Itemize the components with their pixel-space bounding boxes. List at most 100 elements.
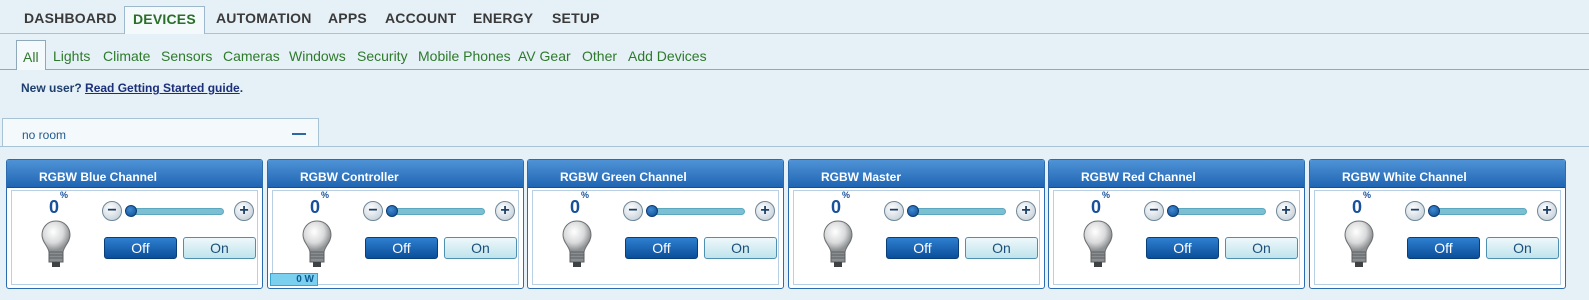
- device-card-rgbw-white-channel: RGBW White Channel 0% − + Off On: [1309, 159, 1566, 289]
- tab-energy[interactable]: ENERGY: [473, 10, 533, 34]
- new-user-suffix: .: [239, 81, 244, 95]
- lightbulb-icon[interactable]: [301, 219, 333, 269]
- dim-slider-handle[interactable]: [386, 205, 398, 217]
- on-button[interactable]: On: [965, 237, 1038, 259]
- off-button[interactable]: Off: [365, 237, 438, 259]
- dim-level: 0%: [1352, 190, 1372, 217]
- dim-slider[interactable]: [1167, 205, 1266, 217]
- on-button[interactable]: On: [704, 237, 777, 259]
- subtab-windows[interactable]: Windows: [289, 48, 346, 64]
- on-button[interactable]: On: [183, 237, 256, 259]
- device-card-body: 0% − + Off On: [1314, 190, 1561, 285]
- device-name[interactable]: RGBW Red Channel: [1081, 170, 1196, 184]
- subtab-climate[interactable]: Climate: [103, 48, 150, 64]
- dim-increase-button[interactable]: +: [495, 201, 515, 221]
- room-header: no room: [2, 118, 319, 146]
- device-name[interactable]: RGBW Green Channel: [560, 170, 687, 184]
- lightbulb-icon[interactable]: [1343, 219, 1375, 269]
- device-card-body: 0% − + Off On: [1053, 190, 1300, 285]
- lightbulb-icon[interactable]: [822, 219, 854, 269]
- tab-automation[interactable]: AUTOMATION: [216, 10, 312, 34]
- dim-slider-handle[interactable]: [1428, 205, 1440, 217]
- tab-account[interactable]: ACCOUNT: [385, 10, 456, 34]
- subtab-security[interactable]: Security: [357, 48, 408, 64]
- off-button[interactable]: Off: [104, 237, 177, 259]
- dim-increase-button[interactable]: +: [1276, 201, 1296, 221]
- dim-slider[interactable]: [386, 205, 485, 217]
- new-user-prefix: New user?: [21, 81, 86, 95]
- on-button[interactable]: On: [444, 237, 517, 259]
- dim-slider-handle[interactable]: [125, 205, 137, 217]
- device-card-header: RGBW Blue Channel: [7, 160, 262, 188]
- device-card-rgbw-blue-channel: RGBW Blue Channel 0% − + Off On: [6, 159, 263, 289]
- subtab-all[interactable]: All: [16, 40, 46, 70]
- dim-increase-button[interactable]: +: [1537, 201, 1557, 221]
- device-card-header: RGBW Red Channel: [1049, 160, 1304, 188]
- tab-apps[interactable]: APPS: [328, 10, 367, 34]
- minus-icon[interactable]: [292, 125, 306, 135]
- dim-decrease-button[interactable]: −: [1144, 201, 1164, 221]
- device-card-body: 0% − + Off On: [272, 190, 519, 285]
- on-button[interactable]: On: [1225, 237, 1298, 259]
- dim-decrease-button[interactable]: −: [623, 201, 643, 221]
- device-name[interactable]: RGBW Blue Channel: [39, 170, 157, 184]
- device-card-body: 0% − + Off On: [532, 190, 779, 285]
- device-card-header: RGBW Green Channel: [528, 160, 783, 188]
- dim-slider[interactable]: [907, 205, 1006, 217]
- dim-slider-handle[interactable]: [646, 205, 658, 217]
- dim-increase-button[interactable]: +: [1016, 201, 1036, 221]
- tab-devices[interactable]: DEVICES: [124, 6, 205, 34]
- dim-increase-button[interactable]: +: [234, 201, 254, 221]
- dim-slider[interactable]: [1428, 205, 1527, 217]
- subtab-sensors[interactable]: Sensors: [161, 48, 212, 64]
- dim-slider[interactable]: [125, 205, 224, 217]
- dim-slider-handle[interactable]: [907, 205, 919, 217]
- lightbulb-icon[interactable]: [40, 219, 72, 269]
- subtab-av-gear[interactable]: AV Gear: [518, 48, 571, 64]
- dim-decrease-button[interactable]: −: [884, 201, 904, 221]
- dim-slider-handle[interactable]: [1167, 205, 1179, 217]
- device-card-rgbw-controller: RGBW Controller 0% − + Off On 0 W: [267, 159, 524, 289]
- new-user-notice: New user? Read Getting Started guide.: [21, 81, 243, 95]
- device-card-rgbw-master: RGBW Master 0% − + Off On: [788, 159, 1045, 289]
- dim-level: 0%: [570, 190, 590, 217]
- off-button[interactable]: Off: [886, 237, 959, 259]
- subtab-other[interactable]: Other: [582, 48, 617, 64]
- device-name[interactable]: RGBW Controller: [300, 170, 399, 184]
- power-reading: 0 W: [270, 273, 318, 286]
- device-card-body: 0% − + Off On: [11, 190, 258, 285]
- dim-decrease-button[interactable]: −: [1405, 201, 1425, 221]
- on-button[interactable]: On: [1486, 237, 1559, 259]
- room-divider: [0, 146, 1589, 147]
- dim-decrease-button[interactable]: −: [102, 201, 122, 221]
- tab-dashboard[interactable]: DASHBOARD: [24, 10, 117, 34]
- device-name[interactable]: RGBW Master: [821, 170, 901, 184]
- lightbulb-icon[interactable]: [1082, 219, 1114, 269]
- dim-slider[interactable]: [646, 205, 745, 217]
- device-card-rgbw-red-channel: RGBW Red Channel 0% − + Off On: [1048, 159, 1305, 289]
- dim-decrease-button[interactable]: −: [363, 201, 383, 221]
- device-card-header: RGBW Master: [789, 160, 1044, 188]
- subtab-mobile-phones[interactable]: Mobile Phones: [418, 48, 511, 64]
- dim-level: 0%: [49, 190, 69, 217]
- subtab-add-devices[interactable]: Add Devices: [628, 48, 707, 64]
- dim-level: 0%: [1091, 190, 1111, 217]
- off-button[interactable]: Off: [1146, 237, 1219, 259]
- top-navigation: DASHBOARD DEVICES AUTOMATION APPS ACCOUN…: [0, 0, 1589, 34]
- off-button[interactable]: Off: [1407, 237, 1480, 259]
- room-title: no room: [22, 128, 67, 142]
- lightbulb-icon[interactable]: [561, 219, 593, 269]
- tab-setup[interactable]: SETUP: [552, 10, 600, 34]
- device-name[interactable]: RGBW White Channel: [1342, 170, 1467, 184]
- dim-level: 0%: [310, 190, 330, 217]
- device-card-rgbw-green-channel: RGBW Green Channel 0% − + Off On: [527, 159, 784, 289]
- device-card-body: 0% − + Off On: [793, 190, 1040, 285]
- dim-increase-button[interactable]: +: [755, 201, 775, 221]
- device-category-tabs: All Lights Climate Sensors Cameras Windo…: [0, 34, 1589, 70]
- device-card-header: RGBW White Channel: [1310, 160, 1565, 188]
- getting-started-link[interactable]: Read Getting Started guide: [85, 81, 240, 95]
- off-button[interactable]: Off: [625, 237, 698, 259]
- device-card-header: RGBW Controller: [268, 160, 523, 188]
- subtab-cameras[interactable]: Cameras: [223, 48, 280, 64]
- subtab-lights[interactable]: Lights: [53, 48, 90, 64]
